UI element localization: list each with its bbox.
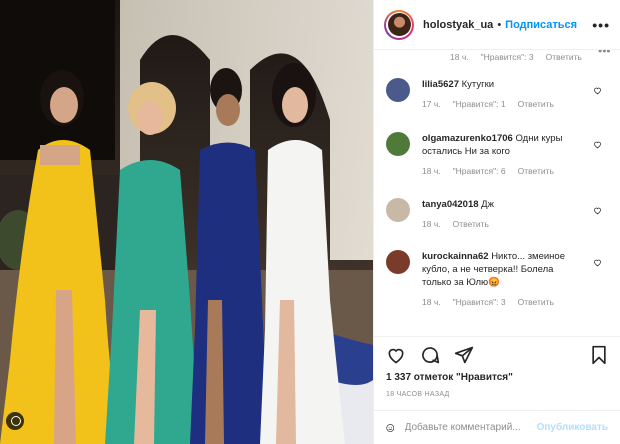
reply-button[interactable]: Ответить bbox=[453, 219, 489, 229]
avatar[interactable] bbox=[386, 78, 410, 102]
comment-time: 18 ч. bbox=[422, 166, 441, 176]
separator-dot: • bbox=[497, 18, 502, 31]
bookmark-icon[interactable] bbox=[590, 345, 608, 365]
smile-icon[interactable] bbox=[386, 419, 395, 437]
post-photo[interactable] bbox=[0, 0, 373, 444]
comment-time: 18 ч. bbox=[450, 52, 469, 62]
comment-username[interactable]: olgamazurenko1706 bbox=[422, 133, 513, 144]
comment-time: 18 ч. bbox=[422, 219, 441, 229]
comment-likes[interactable]: "Нравится": 1 bbox=[453, 99, 506, 109]
reply-button[interactable]: Ответить bbox=[518, 166, 554, 176]
post-header: holostyak_ua • Подписаться ••• bbox=[374, 0, 620, 50]
comment-meta: 17 ч. "Нравится": 1 Ответить bbox=[422, 99, 610, 109]
likes-count[interactable]: 1 337 отметок "Нравится" bbox=[386, 372, 513, 383]
comment-meta: 18 ч. "Нравится": 3 Ответить ••• bbox=[450, 50, 611, 62]
post-panel: holostyak_ua • Подписаться ••• 18 ч. "Нр… bbox=[373, 0, 620, 444]
comment-text: lilia5627 Кутугки bbox=[422, 78, 582, 91]
list-item: kurockainna62 Никто... змеиное кубло, а … bbox=[386, 250, 610, 307]
list-item: lilia5627 Кутугки 17 ч. "Нравится": 1 От… bbox=[386, 78, 610, 109]
comment-content: Кутугки bbox=[461, 79, 495, 90]
heart-icon[interactable] bbox=[593, 206, 602, 215]
follow-button[interactable]: Подписаться bbox=[505, 19, 577, 31]
posted-time: 18 часов назад bbox=[386, 391, 450, 398]
comment-time: 18 ч. bbox=[422, 297, 441, 307]
comment-text: kurockainna62 Никто... змеиное кубло, а … bbox=[422, 250, 582, 289]
divider bbox=[374, 336, 620, 337]
avatar[interactable] bbox=[386, 250, 410, 274]
add-comment-row: Опубликовать bbox=[374, 410, 620, 444]
list-item: tanya042018 Дж 18 ч. Ответить bbox=[386, 198, 610, 229]
comment-meta: 18 ч. "Нравится": 3 Ответить bbox=[422, 297, 610, 307]
post-image bbox=[0, 0, 373, 444]
publish-button[interactable]: Опубликовать bbox=[537, 422, 608, 433]
comment-icon[interactable] bbox=[420, 345, 440, 365]
heart-icon[interactable] bbox=[386, 345, 406, 365]
comment-time: 17 ч. bbox=[422, 99, 441, 109]
comment-likes[interactable]: "Нравится": 6 bbox=[453, 166, 506, 176]
comment-likes[interactable]: "Нравится": 3 bbox=[481, 52, 534, 62]
comment-meta: 18 ч. Ответить bbox=[422, 219, 610, 229]
reply-button[interactable]: Ответить bbox=[518, 297, 554, 307]
comment-input[interactable] bbox=[404, 422, 537, 433]
more-options-icon[interactable]: ••• bbox=[592, 17, 610, 33]
comment-likes[interactable]: "Нравится": 3 bbox=[453, 297, 506, 307]
comment-username[interactable]: lilia5627 bbox=[422, 79, 459, 90]
comment-meta: 18 ч. "Нравится": 6 Ответить bbox=[422, 166, 610, 176]
comment-text: olgamazurenko1706 Одни куры остались Ни … bbox=[422, 132, 582, 158]
comment-text: tanya042018 Дж bbox=[422, 198, 582, 211]
comment-username[interactable]: tanya042018 bbox=[422, 199, 479, 210]
heart-icon[interactable] bbox=[593, 86, 602, 95]
heart-icon[interactable] bbox=[593, 140, 602, 149]
avatar[interactable] bbox=[386, 198, 410, 222]
tag-icon[interactable] bbox=[6, 412, 24, 430]
reply-button[interactable]: Ответить bbox=[546, 52, 582, 62]
share-icon[interactable] bbox=[454, 345, 474, 365]
list-item: olgamazurenko1706 Одни куры остались Ни … bbox=[386, 132, 610, 176]
author-avatar[interactable] bbox=[384, 9, 414, 40]
reply-button[interactable]: Ответить bbox=[518, 99, 554, 109]
post-actions bbox=[386, 342, 608, 368]
heart-icon[interactable] bbox=[593, 258, 602, 267]
comment-username[interactable]: kurockainna62 bbox=[422, 251, 489, 262]
author-username[interactable]: holostyak_ua bbox=[423, 19, 493, 31]
comment-more-icon[interactable]: ••• bbox=[598, 50, 611, 58]
comment-content: Дж bbox=[481, 199, 494, 210]
comments-list[interactable]: 18 ч. "Нравится": 3 Ответить ••• lilia56… bbox=[374, 50, 620, 336]
avatar[interactable] bbox=[386, 132, 410, 156]
